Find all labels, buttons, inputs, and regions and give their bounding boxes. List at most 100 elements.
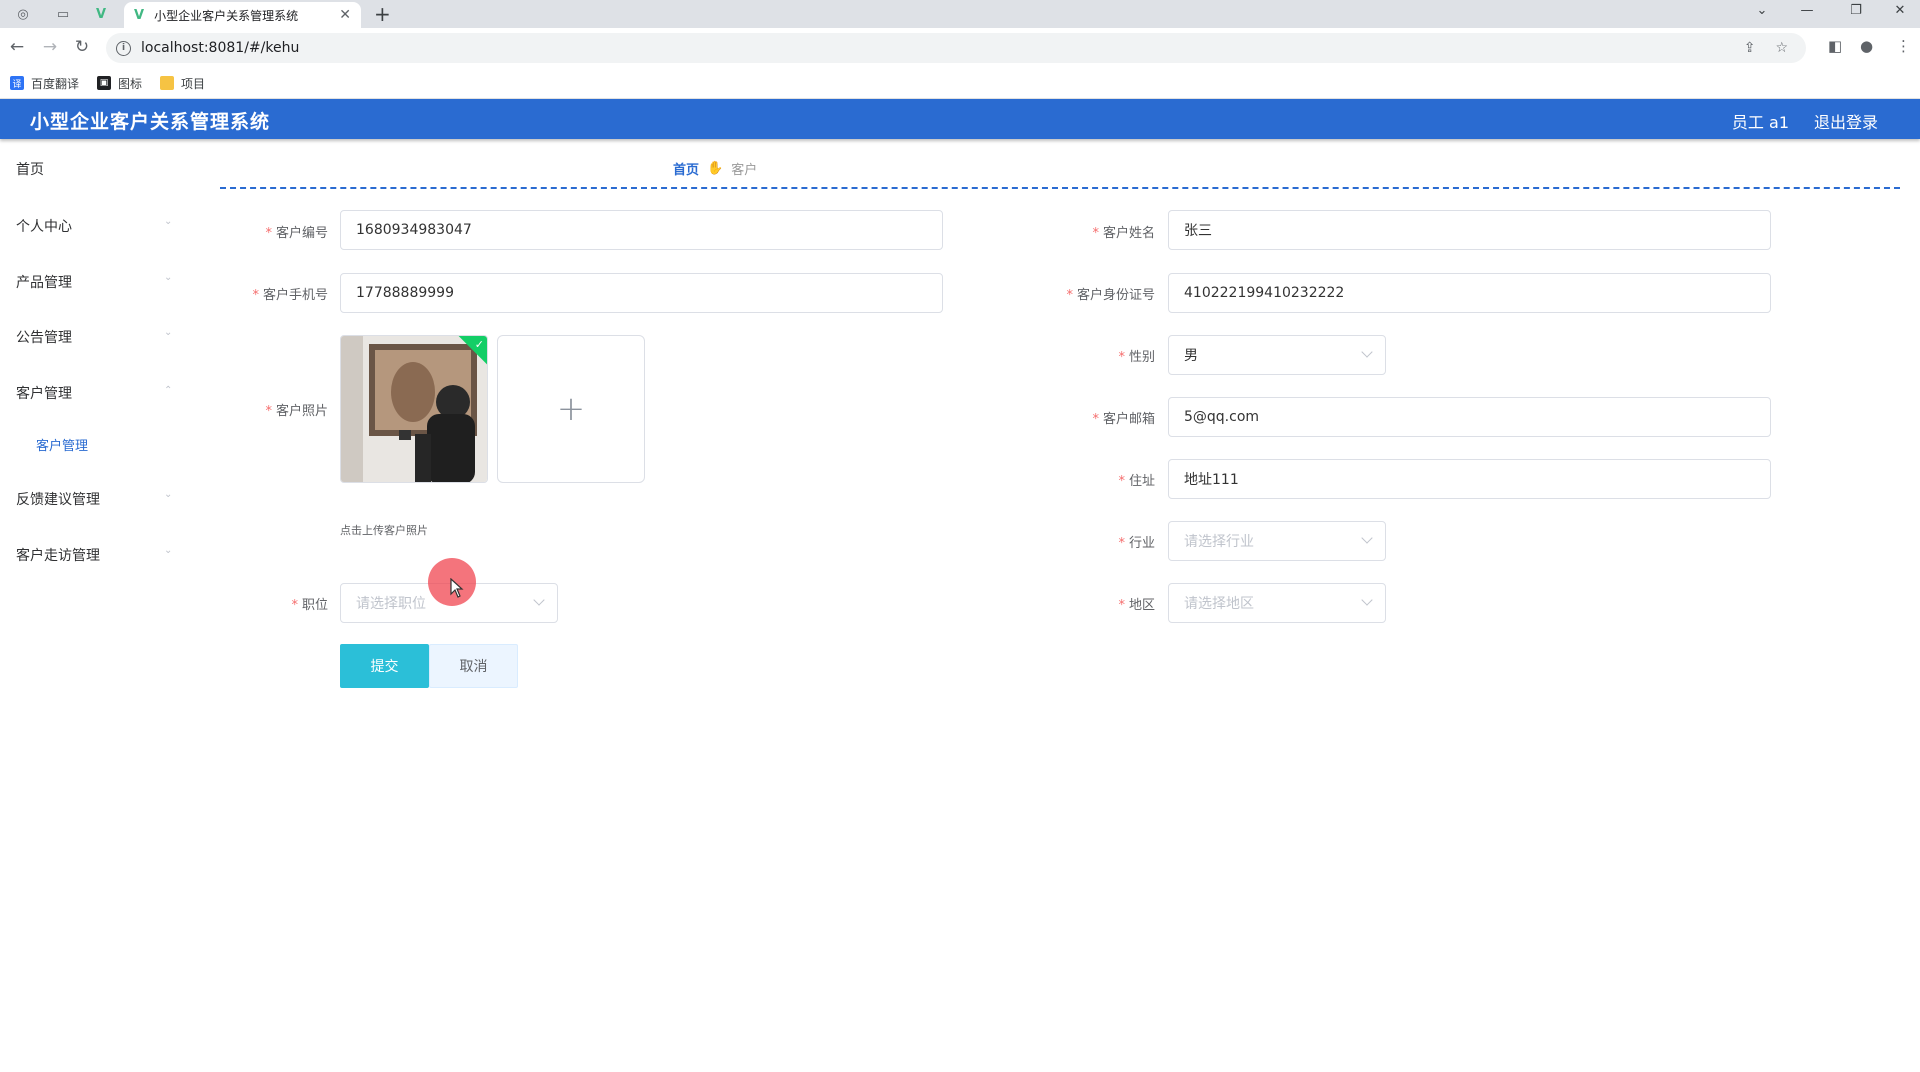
customer-no-input[interactable]: 1680934983047 — [340, 210, 943, 250]
region-placeholder: 请选择地区 — [1184, 596, 1254, 612]
address-input[interactable]: 地址111 — [1168, 459, 1771, 499]
sidebar: 首页 个人中心 ⌄ 产品管理 ⌄ 公告管理 ⌄ 客户管理 ⌃ 客户管理 反馈建议… — [0, 139, 178, 739]
menu-kebab-icon[interactable]: ⋮ — [1896, 37, 1911, 55]
phone-label: * 客户手机号 — [252, 288, 328, 303]
gender-value: 男 — [1184, 348, 1198, 364]
gender-select[interactable]: 男 — [1168, 335, 1386, 375]
sidebar-item-home[interactable]: 首页 — [16, 159, 176, 179]
folder-icon — [160, 76, 175, 90]
mouse-cursor-icon — [450, 578, 464, 598]
submit-button[interactable]: 提交 — [340, 644, 429, 688]
id-card-label: * 客户身份证号 — [1066, 288, 1155, 303]
vue-logo-icon: V — [134, 7, 145, 23]
chevron-down-icon: ⌄ — [164, 272, 173, 283]
profile-avatar-icon[interactable]: ● — [1860, 37, 1873, 55]
new-tab-button[interactable]: + — [374, 2, 391, 26]
bookmark-label: 图标 — [118, 76, 143, 91]
customer-no-label: * 客户编号 — [265, 226, 328, 241]
sidebar-item-visits[interactable]: 客户走访管理 ⌄ — [16, 545, 176, 565]
pinned-tab-vue-icon[interactable]: V — [84, 3, 118, 25]
gender-label: * 性别 — [1118, 350, 1155, 365]
sidebar-item-label: 客户管理 — [16, 386, 72, 402]
sidebar-item-label: 公告管理 — [16, 330, 72, 346]
customer-photo-image — [341, 336, 487, 482]
app-header: 小型企业客户关系管理系统 员工 a1 退出登录 — [0, 99, 1920, 139]
bookmark-projects[interactable]: 项目 — [160, 75, 205, 92]
customer-name-input[interactable]: 张三 — [1168, 210, 1771, 250]
email-input[interactable]: 5@qq.com — [1168, 397, 1771, 437]
chevron-down-icon: ⌄ — [164, 545, 173, 556]
sidebar-item-label: 首页 — [16, 162, 44, 178]
chevron-down-icon: ⌄ — [164, 489, 173, 500]
region-select[interactable]: 请选择地区 — [1168, 583, 1386, 623]
sidebar-item-personal-center[interactable]: 个人中心 ⌄ — [16, 216, 176, 236]
tab-title: 小型企业客户关系管理系统 — [154, 8, 299, 23]
sidebar-item-announcements[interactable]: 公告管理 ⌄ — [16, 327, 176, 347]
reload-button[interactable]: ↻ — [71, 37, 93, 57]
sidebar-subitem-customer-management[interactable]: 客户管理 — [36, 435, 88, 454]
address-bar-row: ← → ↻ i localhost:8081/#/kehu ⇪ ☆ ◧ ● ⋮ — [0, 28, 1920, 68]
sidebar-item-label: 反馈建议管理 — [16, 492, 100, 508]
pinned-tab-blank-icon[interactable]: ▭ — [46, 3, 80, 25]
id-card-input[interactable]: 410222199410232222 — [1168, 273, 1771, 313]
close-tab-icon[interactable]: ✕ — [339, 7, 351, 23]
customer-photo-thumbnail[interactable]: ✓ — [340, 335, 488, 483]
chevron-up-icon: ⌃ — [164, 385, 173, 396]
customer-name-label: * 客户姓名 — [1092, 226, 1155, 241]
phone-input[interactable]: 17788889999 — [340, 273, 943, 313]
chevron-down-icon: ⌄ — [164, 216, 173, 227]
bookmark-icons[interactable]: ▣ 图标 — [97, 75, 142, 92]
active-tab[interactable]: V 小型企业客户关系管理系统 ✕ — [124, 2, 361, 28]
share-icon[interactable]: ⇪ — [1744, 40, 1756, 56]
image-icon: ▣ — [97, 76, 112, 90]
position-placeholder: 请选择职位 — [356, 596, 426, 612]
current-user: 员工 a1 — [1731, 113, 1789, 132]
forward-button[interactable]: → — [39, 37, 61, 57]
app-title: 小型企业客户关系管理系统 — [30, 111, 271, 133]
minimize-button[interactable]: — — [1787, 3, 1827, 18]
logout-link[interactable]: 退出登录 — [1814, 109, 1878, 133]
photo-upload-button[interactable]: + — [497, 335, 645, 483]
sidebar-item-label: 客户走访管理 — [16, 548, 100, 564]
industry-label: * 行业 — [1118, 536, 1155, 551]
email-label: * 客户邮箱 — [1092, 412, 1155, 427]
bookmark-label: 百度翻译 — [31, 76, 80, 91]
chevron-down-icon: ⌄ — [164, 327, 173, 338]
plus-icon: + — [556, 389, 586, 429]
breadcrumb-home[interactable]: 首页 — [673, 159, 699, 178]
chevron-down-icon — [1361, 346, 1373, 358]
bookmark-label: 项目 — [181, 76, 206, 91]
bookmark-baidu-translate[interactable]: 译 百度翻译 — [10, 75, 79, 92]
chevron-down-icon — [1361, 532, 1373, 544]
sidebar-item-products[interactable]: 产品管理 ⌄ — [16, 272, 176, 292]
breadcrumb: 首页 ✋ 客户 — [673, 159, 757, 178]
restore-button[interactable]: ❐ — [1836, 3, 1876, 18]
side-panel-icon[interactable]: ◧ — [1828, 37, 1842, 55]
industry-placeholder: 请选择行业 — [1184, 534, 1254, 550]
url-text: localhost:8081/#/kehu — [141, 40, 300, 56]
photo-label: * 客户照片 — [265, 404, 328, 419]
chevron-down-icon — [533, 594, 545, 606]
url-field[interactable]: i localhost:8081/#/kehu ⇪ ☆ — [106, 33, 1806, 63]
checkmark-icon: ✓ — [474, 338, 484, 351]
browser-tab-bar: ◎ ▭ V V 小型企业客户关系管理系统 ✕ + ⌄ — ❐ ✕ — [0, 0, 1920, 28]
translate-icon: 译 — [10, 76, 24, 90]
site-info-icon[interactable]: i — [116, 40, 131, 56]
sidebar-item-customers[interactable]: 客户管理 ⌃ — [16, 383, 176, 403]
bookmark-star-icon[interactable]: ☆ — [1775, 40, 1788, 56]
industry-select[interactable]: 请选择行业 — [1168, 521, 1386, 561]
bookmarks-bar: 译 百度翻译 ▣ 图标 项目 — [0, 68, 1920, 99]
sidebar-item-label: 产品管理 — [16, 275, 72, 291]
chevron-down-icon — [1361, 594, 1373, 606]
position-label: * 职位 — [291, 598, 328, 613]
pinned-tab-globe-icon[interactable]: ◎ — [6, 3, 40, 25]
address-label: * 住址 — [1118, 474, 1155, 489]
back-button[interactable]: ← — [6, 37, 28, 57]
sidebar-item-label: 个人中心 — [16, 219, 72, 235]
tab-search-chevron-icon[interactable]: ⌄ — [1742, 3, 1782, 18]
breadcrumb-current: 客户 — [731, 163, 758, 178]
sidebar-item-feedback[interactable]: 反馈建议管理 ⌄ — [16, 489, 176, 509]
hand-icon: ✋ — [707, 161, 724, 176]
cancel-button[interactable]: 取消 — [429, 644, 518, 688]
close-window-button[interactable]: ✕ — [1880, 3, 1920, 18]
